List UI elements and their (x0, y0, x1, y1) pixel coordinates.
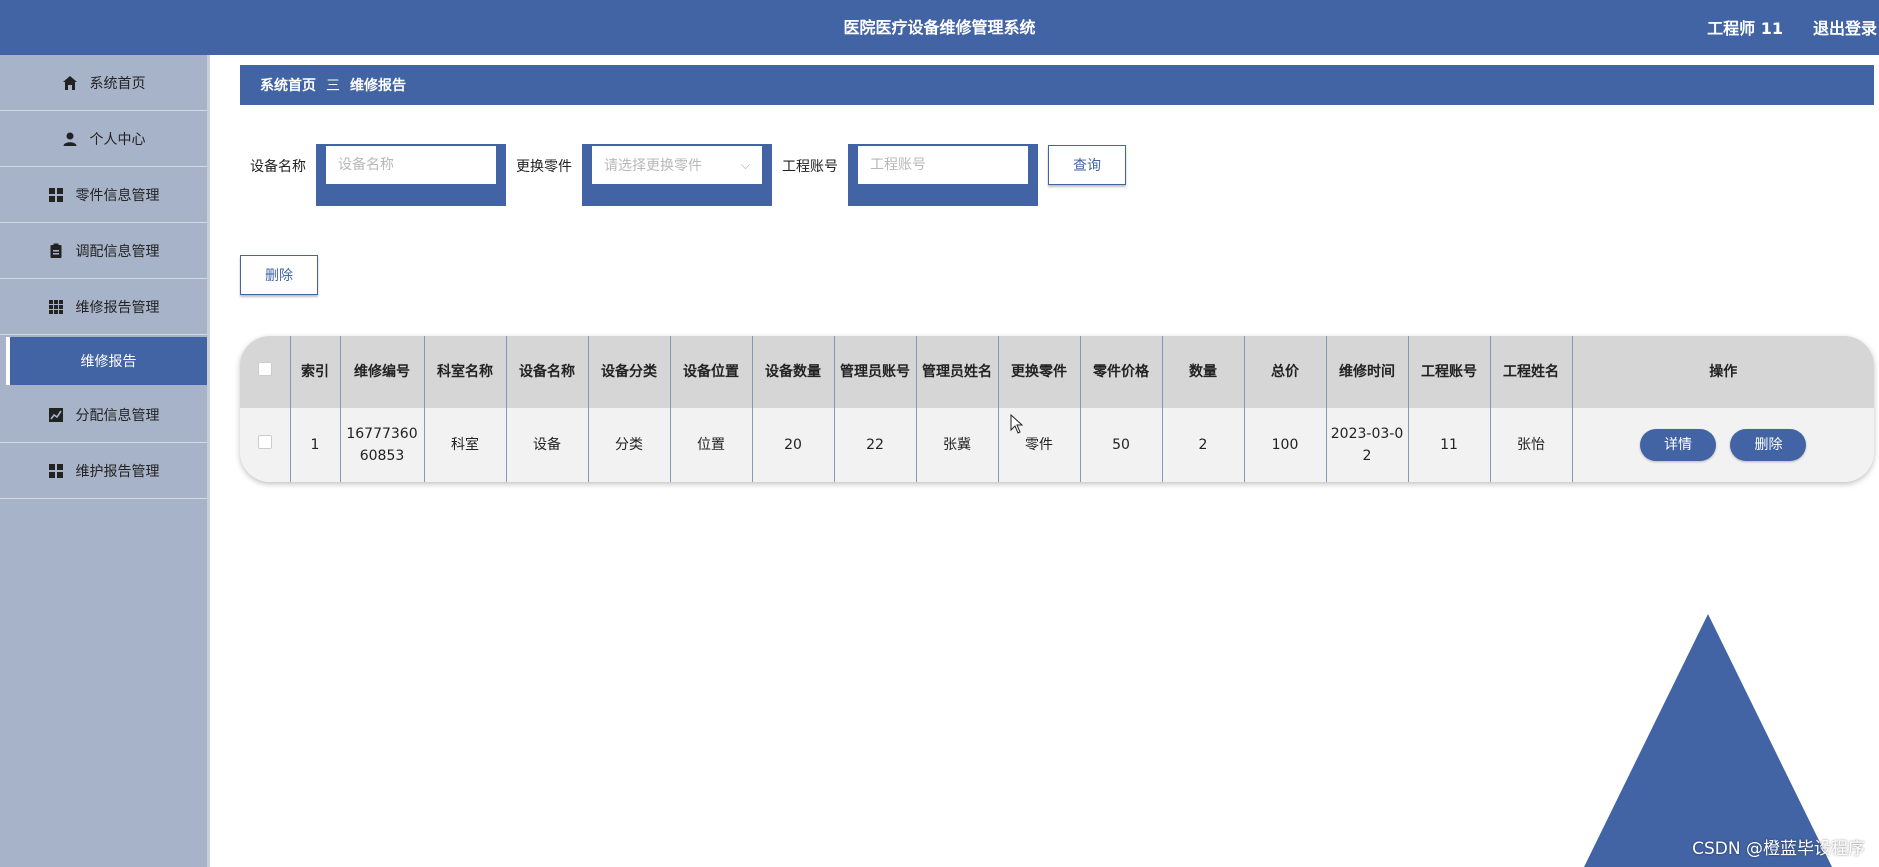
current-user: 工程师 11 (1707, 19, 1783, 38)
logout-link[interactable]: 退出登录 (1813, 15, 1877, 39)
column-header: 总价 (1244, 336, 1327, 408)
sidebar-item-label: 维修报告 (80, 354, 137, 370)
sidebar-item-home[interactable]: 系统首页 (0, 55, 207, 111)
sidebar-subitem-repair-report[interactable]: 维修报告 (6, 337, 207, 385)
table-cell: 2023-03-02 (1326, 408, 1409, 482)
column-header: 管理员姓名 (916, 336, 999, 408)
device-name-box (316, 144, 506, 206)
top-header: 医院医疗设备维修管理系统 工程师 11 退出登录 (0, 0, 1879, 55)
select-all-cell (240, 336, 291, 408)
sidebar-item-label: 零件信息管理 (75, 187, 160, 204)
grid-icon (48, 463, 64, 479)
column-header: 工程账号 (1408, 336, 1491, 408)
table-cell: 1 (290, 408, 341, 482)
table-header-row: 索引 维修编号 科室名称 设备名称 设备分类 设备位置 设备数量 管理员账号 管… (240, 336, 1874, 408)
table-cell: 科室 (424, 408, 507, 482)
sidebar-item-parts[interactable]: 零件信息管理 (0, 167, 207, 223)
user-icon (62, 131, 78, 147)
row-select-cell (240, 408, 291, 482)
breadcrumb-separator: 三 (326, 78, 340, 94)
mouse-cursor-icon (1010, 414, 1024, 434)
row-delete-button[interactable]: 删除 (1730, 429, 1807, 461)
column-header: 零件价格 (1080, 336, 1163, 408)
apps-icon (48, 299, 64, 315)
actions-cell: 详情 删除 (1572, 408, 1874, 482)
part-select[interactable]: 请选择更换零件 ⌵ (592, 146, 762, 184)
account-label: 工程账号 (782, 159, 838, 175)
sidebar-item-label: 维护报告管理 (75, 463, 160, 480)
column-header: 数量 (1162, 336, 1245, 408)
sidebar-item-label: 维修报告管理 (75, 299, 160, 316)
sidebar-item-maintenance[interactable]: 维护报告管理 (0, 443, 207, 499)
watermark: CSDN @橙蓝毕设程序 (1692, 839, 1865, 859)
account-input[interactable] (858, 146, 1028, 184)
sidebar-item-label: 系统首页 (89, 75, 146, 92)
table-cell: 位置 (670, 408, 753, 482)
sidebar-item-repair-reports[interactable]: 维修报告管理 (0, 279, 207, 335)
table-cell: 50 (1080, 408, 1163, 482)
part-select-box: 请选择更换零件 ⌵ (582, 144, 772, 206)
sidebar-item-distribution[interactable]: 分配信息管理 (0, 387, 207, 443)
breadcrumb-home[interactable]: 系统首页 (260, 75, 316, 95)
sidebar-item-label: 分配信息管理 (75, 407, 160, 424)
sidebar-item-label: 调配信息管理 (75, 243, 160, 260)
table-cell: 设备 (506, 408, 589, 482)
repair-report-table: 索引 维修编号 科室名称 设备名称 设备分类 设备位置 设备数量 管理员账号 管… (240, 336, 1874, 482)
breadcrumb: 系统首页 三 维修报告 (240, 65, 1874, 105)
table-row: 1 1677736060853 科室 设备 分类 位置 20 22 张冀 零件 … (240, 408, 1874, 482)
sidebar-item-label: 个人中心 (89, 131, 146, 148)
detail-button[interactable]: 详情 (1640, 429, 1717, 461)
table-cell: 1677736060853 (340, 408, 425, 482)
column-header: 操作 (1709, 364, 1738, 380)
table-cell: 张怡 (1490, 408, 1573, 482)
device-name-label: 设备名称 (250, 159, 306, 175)
breadcrumb-current: 维修报告 (350, 78, 406, 94)
table-cell: 分类 (588, 408, 671, 482)
chevron-down-icon: ⌵ (740, 158, 750, 172)
sidebar-item-allocation[interactable]: 调配信息管理 (0, 223, 207, 279)
grid-icon (48, 187, 64, 203)
column-header: 更换零件 (998, 336, 1081, 408)
query-button[interactable]: 查询 (1048, 145, 1126, 185)
device-name-input[interactable] (326, 146, 496, 184)
row-checkbox[interactable] (257, 435, 272, 449)
column-header: 设备数量 (752, 336, 835, 408)
column-header: 工程姓名 (1490, 336, 1573, 408)
part-label: 更换零件 (516, 159, 572, 175)
table-cell: 100 (1244, 408, 1327, 482)
account-box (848, 144, 1038, 206)
column-header: 科室名称 (424, 336, 507, 408)
app-title: 医院医疗设备维修管理系统 (843, 18, 1036, 37)
column-header: 索引 (290, 336, 341, 408)
column-header: 维修时间 (1326, 336, 1409, 408)
sidebar-item-profile[interactable]: 个人中心 (0, 111, 207, 167)
search-form: 设备名称 更换零件 请选择更换零件 ⌵ 工程账号 查询 (240, 144, 1140, 206)
table-cell: 22 (834, 408, 917, 482)
clipboard-icon (48, 243, 64, 259)
table-cell: 11 (1408, 408, 1491, 482)
column-header: 管理员账号 (834, 336, 917, 408)
column-header: 维修编号 (340, 336, 425, 408)
column-header: 设备分类 (588, 336, 671, 408)
home-icon (62, 75, 78, 91)
select-all-checkbox[interactable] (257, 362, 272, 376)
table-cell: 张冀 (916, 408, 999, 482)
table-cell: 20 (752, 408, 835, 482)
table-cell: 2 (1162, 408, 1245, 482)
part-select-placeholder: 请选择更换零件 (604, 158, 702, 174)
sidebar: 系统首页 个人中心 零件信息管理 调配信息管理 维修报告管理 维修报告 分配信息… (0, 55, 210, 867)
batch-delete-button[interactable]: 删除 (240, 255, 318, 295)
decorative-triangle (1584, 614, 1832, 867)
column-header: 设备位置 (670, 336, 753, 408)
column-header: 设备名称 (506, 336, 589, 408)
chart-icon (48, 407, 64, 423)
